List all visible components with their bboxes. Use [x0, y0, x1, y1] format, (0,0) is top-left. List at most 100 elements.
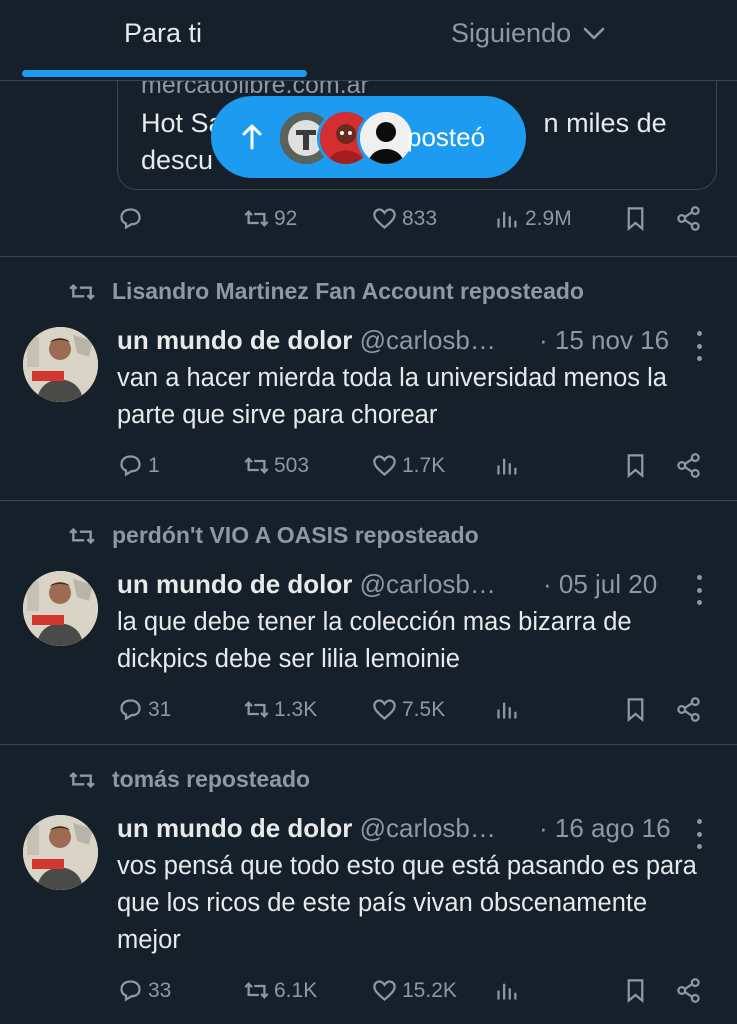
repost-icon: [244, 982, 269, 999]
reposted-by: tomás reposteado: [66, 766, 310, 793]
divider: [0, 256, 737, 257]
tweet-header: un mundo de dolor @carlosb…: [117, 813, 496, 844]
share-button[interactable]: [675, 205, 702, 232]
repost-button[interactable]: 1.3K: [243, 696, 317, 723]
tweet-date[interactable]: · 05 jul 20: [543, 569, 657, 600]
reposted-by-label: Lisandro Martinez Fan Account reposteado: [112, 278, 584, 304]
tweet-date[interactable]: · 15 nov 16: [539, 325, 669, 356]
tweet-date[interactable]: · 16 ago 16: [539, 813, 671, 844]
post-actions: 31 1.3K 7.5K: [117, 696, 717, 732]
heart-icon: [373, 455, 396, 476]
share-button[interactable]: [675, 452, 702, 479]
tab-following-label: Siguiendo: [451, 18, 572, 48]
repost-icon: [69, 283, 95, 300]
tweet-text: vos pensá que todo esto que está pasando…: [117, 852, 697, 954]
heart-icon: [373, 980, 396, 1001]
divider: [0, 500, 737, 501]
like-button[interactable]: 7.5K: [371, 696, 445, 723]
author-name[interactable]: un mundo de dolor: [117, 569, 352, 599]
reply-button[interactable]: 31: [117, 696, 171, 723]
repost-button[interactable]: 6.1K: [243, 977, 317, 1004]
bookmark-button[interactable]: [622, 205, 649, 232]
repost-icon: [244, 457, 269, 474]
views-icon: [497, 458, 517, 475]
heart-icon: [373, 699, 396, 720]
bookmark-button[interactable]: [622, 452, 649, 479]
repost-count: 6.1K: [274, 978, 318, 1002]
reply-icon: [120, 455, 141, 477]
author-name[interactable]: un mundo de dolor: [117, 813, 352, 843]
views-button[interactable]: [494, 977, 521, 1004]
share-icon: [677, 206, 700, 231]
bookmark-button[interactable]: [622, 977, 649, 1004]
repost-icon: [244, 701, 269, 718]
reply-count: 1: [148, 453, 160, 477]
reposted-by-label: perdón't VIO A OASIS reposteado: [112, 522, 479, 548]
like-count: 1.7K: [402, 453, 446, 477]
avatar[interactable]: [23, 815, 98, 890]
like-button[interactable]: 833: [371, 205, 437, 232]
arrow-up-icon: [242, 124, 262, 150]
reply-icon: [120, 208, 141, 230]
reply-count: 33: [148, 978, 172, 1002]
author-handle[interactable]: @carlosb…: [360, 325, 496, 355]
bookmark-icon: [627, 454, 644, 479]
reply-icon: [120, 980, 141, 1002]
share-icon: [677, 453, 700, 478]
new-posts-label: posteó: [407, 122, 486, 152]
reply-count: 31: [148, 697, 172, 721]
active-tab-indicator: [22, 70, 307, 77]
repost-count: 1.3K: [274, 697, 318, 721]
like-count: 833: [402, 206, 438, 230]
post-actions: 92 833 2.9M: [117, 205, 717, 241]
bookmark-icon: [627, 207, 644, 232]
avatar[interactable]: [23, 571, 98, 646]
share-icon: [677, 978, 700, 1003]
like-count: 15.2K: [402, 978, 457, 1002]
reply-button[interactable]: 1: [117, 452, 160, 479]
reposted-by-label: tomás reposteado: [112, 766, 311, 792]
tweet-header: un mundo de dolor @carlosb…: [117, 569, 496, 600]
link-title-line1-end: n miles de: [543, 108, 667, 138]
avatar[interactable]: [23, 327, 98, 402]
like-count: 7.5K: [402, 697, 446, 721]
author-handle[interactable]: @carlosb…: [360, 569, 496, 599]
like-button[interactable]: 1.7K: [371, 452, 445, 479]
reposted-by: Lisandro Martinez Fan Account reposteado: [66, 278, 584, 305]
bookmark-icon: [627, 979, 644, 1004]
share-button[interactable]: [675, 696, 702, 723]
post-actions: 1 503 1.7K: [117, 452, 717, 488]
more-options-icon[interactable]: [689, 331, 709, 361]
chevron-down-icon: [583, 27, 605, 39]
reply-button[interactable]: [117, 205, 144, 232]
divider: [0, 744, 737, 745]
author-handle[interactable]: @carlosb…: [360, 813, 496, 843]
post-actions: 33 6.1K 15.2K: [117, 977, 717, 1013]
repost-icon: [69, 771, 95, 788]
bookmark-button[interactable]: [622, 696, 649, 723]
more-options-icon[interactable]: [689, 819, 709, 849]
share-icon: [677, 697, 700, 722]
reply-button[interactable]: 33: [117, 977, 171, 1004]
views-icon: [497, 983, 517, 1000]
views-button[interactable]: [494, 452, 521, 479]
tab-for-you[interactable]: Para ti: [124, 18, 202, 49]
views-button[interactable]: [494, 696, 521, 723]
tweet-text: van a hacer mierda toda la universidad m…: [117, 364, 667, 429]
author-name[interactable]: un mundo de dolor: [117, 325, 352, 355]
new-posts-pill[interactable]: posteó: [211, 96, 526, 178]
repost-icon: [244, 210, 269, 227]
repost-button[interactable]: 503: [243, 452, 309, 479]
link-title-line2: descu: [141, 145, 214, 175]
like-button[interactable]: 15.2K: [371, 977, 457, 1004]
more-options-icon[interactable]: [689, 575, 709, 605]
share-button[interactable]: [675, 977, 702, 1004]
timeline-tabs: Para ti Siguiendo: [0, 0, 737, 81]
views-count: 2.9M: [525, 206, 572, 230]
repost-count: 503: [274, 453, 310, 477]
views-button[interactable]: 2.9M: [494, 205, 572, 232]
tab-following[interactable]: Siguiendo: [451, 18, 605, 49]
reposted-by: perdón't VIO A OASIS reposteado: [66, 522, 479, 549]
repost-button[interactable]: 92: [243, 205, 297, 232]
tweet-text: la que debe tener la colección mas bizar…: [117, 608, 632, 673]
